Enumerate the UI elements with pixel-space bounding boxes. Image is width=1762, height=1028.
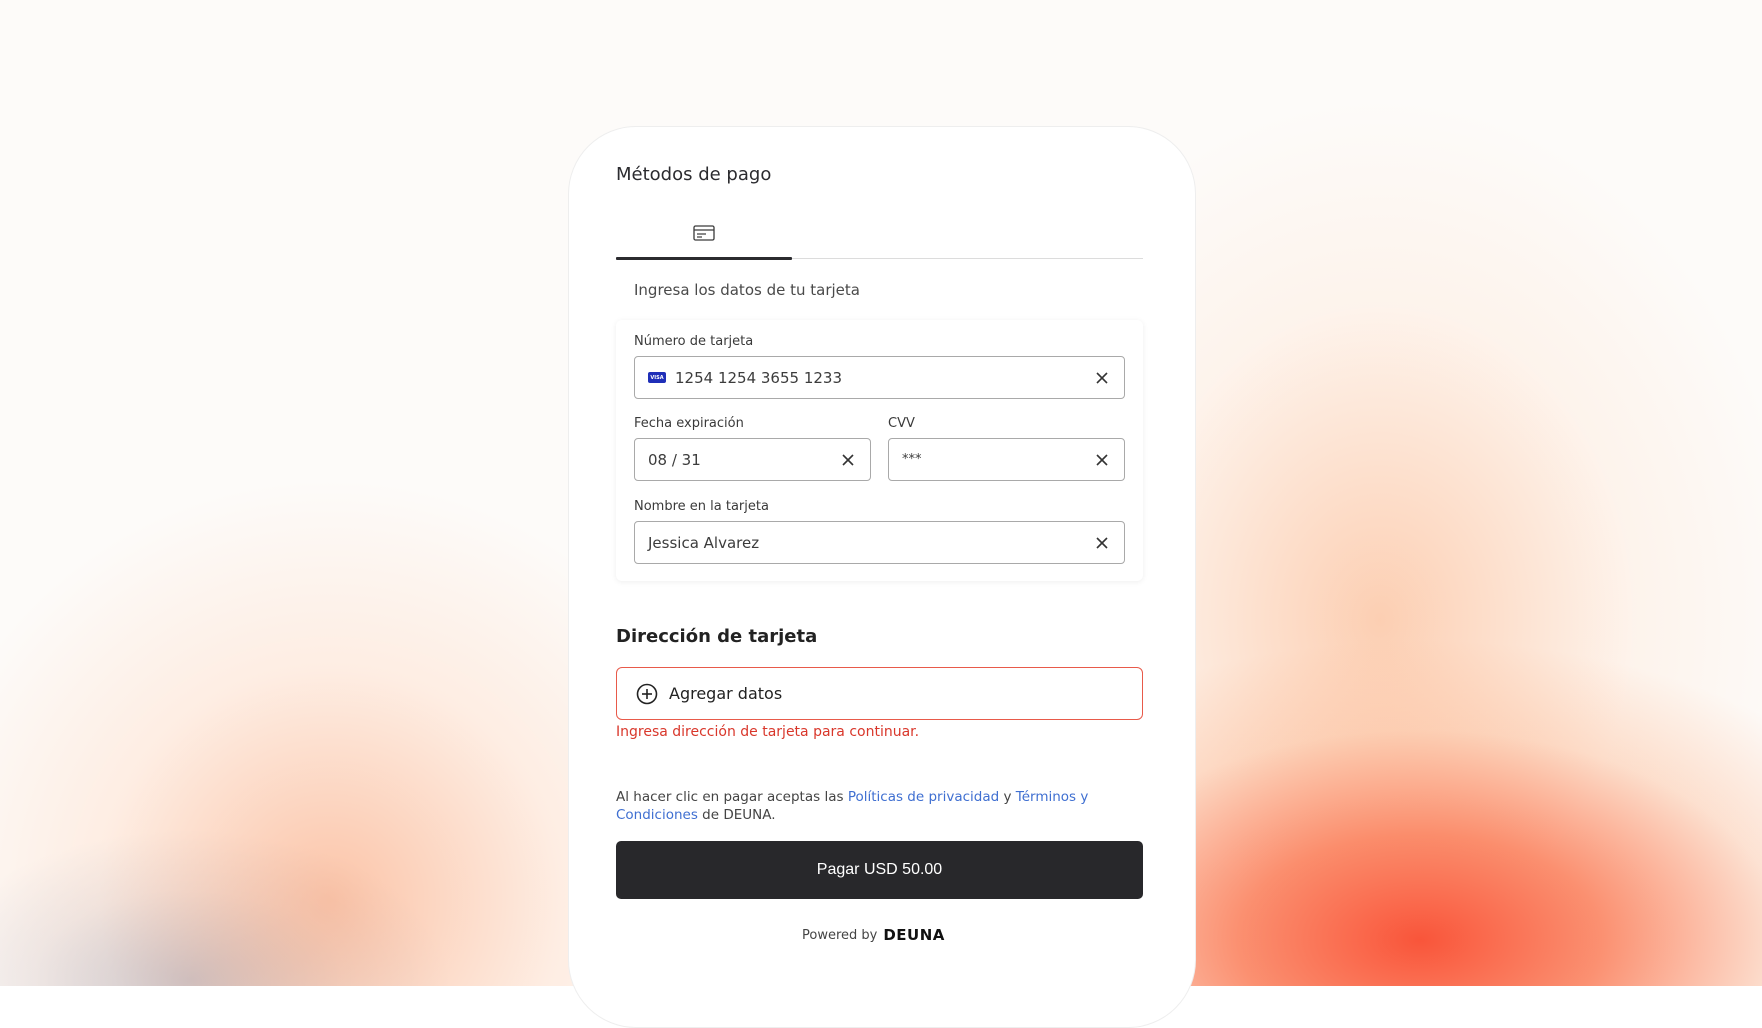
clear-cvv-icon[interactable] [1094, 452, 1110, 468]
expiry-field[interactable]: 08 / 31 [634, 438, 871, 481]
expiry-value: 08 / 31 [648, 450, 701, 469]
legal-connector: y [999, 789, 1016, 805]
visa-icon: VISA [648, 372, 666, 383]
name-field[interactable]: Jessica Alvarez [634, 521, 1125, 564]
plus-circle-icon [636, 683, 658, 704]
add-address-label: Agregar datos [669, 684, 783, 703]
powered-by-label: Powered by [802, 927, 878, 943]
privacy-policy-link[interactable]: Políticas de privacidad [848, 789, 999, 805]
powered-by: Powered by DEUNA [802, 926, 945, 944]
card-number-value: 1254 1254 3655 1233 [675, 368, 842, 387]
card-number-field[interactable]: VISA 1254 1254 3655 1233 [634, 356, 1125, 399]
card-icon[interactable] [693, 224, 715, 242]
expiry-label: Fecha expiración [634, 416, 744, 431]
legal-prefix: Al hacer clic en pagar aceptas las [616, 789, 848, 805]
name-label: Nombre en la tarjeta [634, 499, 769, 514]
address-error-message: Ingresa dirección de tarjeta para contin… [616, 724, 920, 740]
clear-card-number-icon[interactable] [1094, 370, 1110, 386]
name-value: Jessica Alvarez [648, 533, 760, 552]
pay-button[interactable]: Pagar USD 50.00 [616, 841, 1143, 899]
cvv-field[interactable]: *** [888, 438, 1125, 481]
clear-expiry-icon[interactable] [840, 452, 856, 468]
cvv-label: CVV [888, 416, 915, 431]
card-form-subtitle: Ingresa los datos de tu tarjeta [634, 281, 860, 299]
page-title: Métodos de pago [616, 164, 772, 185]
add-address-button[interactable]: Agregar datos [616, 667, 1143, 720]
clear-name-icon[interactable] [1094, 535, 1110, 551]
legal-suffix: de DEUNA. [697, 807, 776, 823]
cvv-value: *** [902, 452, 922, 467]
tab-card-active-indicator[interactable] [616, 257, 792, 260]
address-section-title: Dirección de tarjeta [616, 626, 818, 647]
deuna-logo: DEUNA [883, 926, 945, 944]
card-number-label: Número de tarjeta [634, 334, 754, 349]
legal-text: Al hacer clic en pagar aceptas las Polít… [616, 788, 1143, 824]
